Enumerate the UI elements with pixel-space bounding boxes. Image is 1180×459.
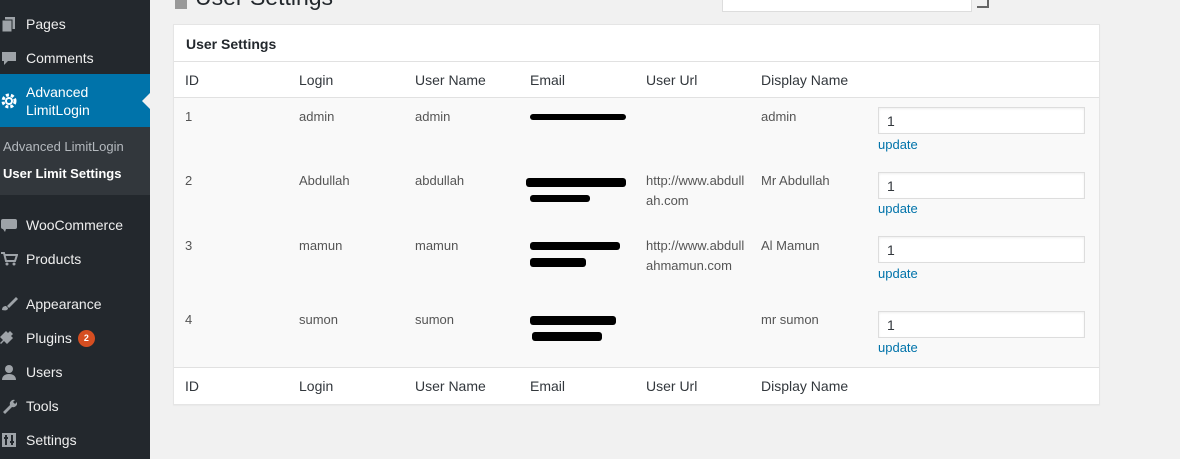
- redacted-email: [532, 332, 602, 341]
- column-header-email: Email: [530, 72, 566, 88]
- column-header-display-name: Display Name: [761, 72, 849, 88]
- column-header-login: Login: [299, 72, 334, 88]
- page-title: User Settings: [175, 0, 333, 11]
- table-body: 1 admin admin admin update 2 Abdullah ab…: [174, 98, 1099, 367]
- cell-username: sumon: [415, 312, 455, 327]
- menu-item-pages[interactable]: Pages: [0, 13, 150, 35]
- menu-item-users[interactable]: Users: [0, 361, 150, 383]
- pages-icon: [0, 16, 22, 32]
- update-link[interactable]: update: [878, 266, 918, 281]
- user-icon: [0, 364, 22, 380]
- limit-input[interactable]: [878, 172, 1085, 199]
- redacted-email: [526, 178, 626, 187]
- top-search-input[interactable]: [722, 0, 972, 12]
- plugin-update-badge: 2: [77, 329, 95, 347]
- gear-icon: [0, 92, 22, 110]
- cell-login: Abdullah: [299, 173, 350, 188]
- comments-icon: [0, 50, 22, 66]
- column-footer-email: Email: [530, 378, 566, 394]
- redacted-email: [530, 114, 626, 120]
- wrench-icon: [0, 398, 22, 414]
- cell-username: mamun: [415, 238, 459, 253]
- submenu-item-advanced-limitlogin[interactable]: Advanced LimitLogin: [3, 139, 124, 154]
- column-footer-display-name: Display Name: [761, 378, 849, 394]
- cell-id: 3: [185, 238, 193, 253]
- cart-icon: [0, 251, 22, 267]
- menu-item-plugins[interactable]: Plugins 2: [0, 327, 150, 349]
- update-link[interactable]: update: [878, 201, 918, 216]
- menu-label: Tools: [26, 398, 59, 414]
- menu-label: Users: [26, 364, 63, 380]
- update-link[interactable]: update: [878, 340, 918, 355]
- redacted-email: [530, 316, 616, 325]
- update-link[interactable]: update: [878, 137, 918, 152]
- table-footer: ID Login User Name Email User Url Displa…: [174, 367, 1099, 404]
- redacted-email: [530, 195, 590, 202]
- menu-item-woocommerce[interactable]: WooCommerce: [0, 214, 150, 236]
- cell-url: http://www.abdullah.com: [646, 173, 745, 208]
- cell-display-name: Al Mamun: [761, 238, 820, 253]
- cell-display-name: mr sumon: [761, 312, 819, 327]
- woo-icon: [0, 218, 22, 232]
- cell-login: mamun: [299, 238, 343, 253]
- cell-login: admin: [299, 109, 335, 124]
- user-settings-panel: User Settings ID Login User Name Email U…: [173, 24, 1100, 405]
- page-title-text: User Settings: [195, 0, 333, 11]
- column-header-user-url: User Url: [646, 72, 698, 88]
- menu-item-appearance[interactable]: Appearance: [0, 293, 150, 315]
- menu-item-settings[interactable]: Settings: [0, 429, 150, 451]
- panel-title: User Settings: [186, 36, 277, 52]
- column-footer-id: ID: [185, 378, 199, 394]
- cell-login: sumon: [299, 312, 339, 327]
- submenu: Advanced LimitLogin User Limit Settings: [0, 127, 150, 195]
- settings-page-icon: [175, 0, 187, 9]
- table-header: ID Login User Name Email User Url Displa…: [174, 61, 1099, 98]
- menu-label: Advanced LimitLogin: [26, 83, 90, 118]
- cell-username: admin: [415, 109, 451, 124]
- cell-display-name: admin: [761, 109, 797, 124]
- cell-id: 4: [185, 312, 193, 327]
- menu-item-products[interactable]: Products: [0, 248, 150, 270]
- active-arrow: [142, 92, 150, 109]
- menu-label: Comments: [26, 50, 94, 66]
- menu-item-advanced-limitlogin[interactable]: Advanced LimitLogin: [0, 74, 150, 127]
- cell-username: abdullah: [415, 173, 465, 188]
- menu-label: Settings: [26, 432, 77, 448]
- column-footer-username: User Name: [415, 378, 486, 394]
- menu-item-comments[interactable]: Comments: [0, 47, 150, 69]
- cell-url: http://www.abdullahmamun.com: [646, 238, 745, 273]
- cell-id: 1: [185, 109, 193, 124]
- admin-sidebar: Pages Comments Advanced LimitLogin Advan…: [0, 0, 150, 459]
- menu-label: Plugins: [26, 330, 72, 346]
- redacted-email: [530, 242, 620, 250]
- limit-input[interactable]: [878, 236, 1085, 263]
- column-header-id: ID: [185, 72, 199, 88]
- limit-input[interactable]: [878, 107, 1085, 134]
- plugin-icon: [0, 330, 22, 346]
- cell-display-name: Mr Abdullah: [761, 173, 830, 188]
- sliders-icon: [0, 432, 22, 448]
- brush-icon: [0, 296, 22, 312]
- limit-input[interactable]: [878, 311, 1085, 338]
- column-header-username: User Name: [415, 72, 486, 88]
- menu-label: WooCommerce: [26, 217, 123, 233]
- column-footer-login: Login: [299, 378, 334, 394]
- menu-label: Pages: [26, 16, 66, 32]
- resize-handle[interactable]: [977, 0, 989, 8]
- column-footer-user-url: User Url: [646, 378, 698, 394]
- menu-label: Appearance: [26, 296, 102, 312]
- menu-item-tools[interactable]: Tools: [0, 395, 150, 417]
- cell-id: 2: [185, 173, 193, 188]
- menu-label: Products: [26, 251, 82, 267]
- redacted-email: [530, 258, 586, 267]
- submenu-item-user-limit-settings[interactable]: User Limit Settings: [3, 166, 121, 181]
